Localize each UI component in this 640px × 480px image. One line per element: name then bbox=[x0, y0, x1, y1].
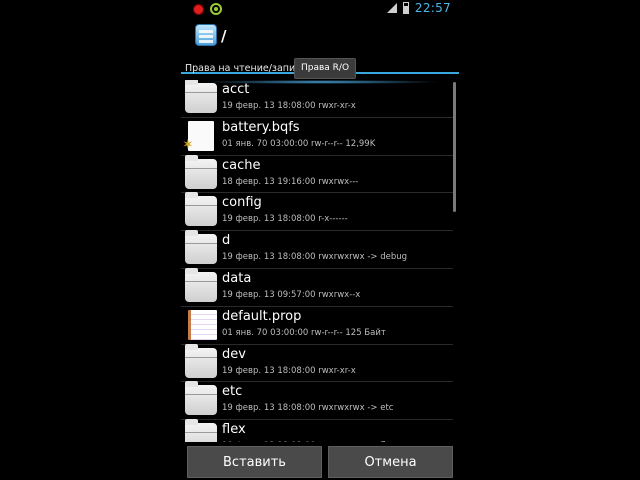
file-name: flex bbox=[222, 422, 246, 438]
folder-icon bbox=[185, 419, 217, 442]
permissions-bar: Права на чтение/запись Права R/O bbox=[181, 57, 459, 79]
list-item[interactable]: battery.bqfs 01 янв. 70 03:00:00 rw-r--r-… bbox=[181, 118, 453, 156]
cancel-button[interactable]: Отмена bbox=[328, 446, 453, 478]
folder-icon bbox=[185, 192, 217, 227]
folder-icon bbox=[185, 381, 217, 416]
file-meta: 19 февр. 13 18:08:00 rwxrwxrwx -> debug bbox=[222, 252, 408, 263]
text-file-icon bbox=[188, 309, 217, 340]
file-name: etc bbox=[222, 384, 243, 400]
file-meta: 19 февр. 13 09:57:00 rwxrwx--x bbox=[222, 289, 361, 300]
file-list[interactable]: acct 19 февр. 13 18:08:00 rwxr-xr-x batter… bbox=[181, 80, 453, 442]
scrollbar[interactable] bbox=[453, 82, 456, 212]
file-meta: 01 янв. 70 03:00:00 rw-r--r-- 12,99K bbox=[222, 138, 376, 149]
current-path: / bbox=[221, 27, 227, 45]
list-item[interactable]: cache 18 февр. 13 19:16:00 rwxrwx--- bbox=[181, 154, 453, 194]
app-icon[interactable] bbox=[195, 24, 217, 46]
list-item[interactable]: dev 19 февр. 13 18:08:00 rwxr-xr-x bbox=[181, 343, 453, 383]
battery-icon bbox=[402, 2, 409, 14]
file-meta: 19 февр. 13 18:08:00 rwxrwxrwx -> etc bbox=[222, 403, 394, 414]
folder-icon bbox=[185, 343, 217, 378]
file-name: config bbox=[222, 195, 262, 211]
permissions-label: Права на чтение/запись bbox=[185, 63, 306, 74]
list-item[interactable]: flex 19 февр. 13 18:08:00 rwxrwxrwx -> fl… bbox=[181, 419, 453, 442]
file-name: data bbox=[222, 270, 252, 286]
list-item[interactable]: config 19 февр. 13 18:08:00 r-x------ bbox=[181, 192, 453, 232]
status-bar: 22:57 bbox=[181, 0, 459, 20]
record-indicator-icon bbox=[193, 3, 204, 15]
file-name: d bbox=[222, 233, 231, 249]
readonly-toggle-button[interactable]: Права R/O bbox=[294, 58, 357, 79]
file-name: battery.bqfs bbox=[222, 119, 300, 135]
app-header: / bbox=[181, 20, 459, 74]
list-item[interactable]: default.prop 01 янв. 70 03:00:00 rw-r--r-… bbox=[181, 307, 453, 345]
file-meta: 01 янв. 70 03:00:00 rw-r--r-- 125 Байт bbox=[222, 327, 386, 338]
folder-icon bbox=[185, 80, 217, 113]
list-item[interactable]: etc 19 февр. 13 18:08:00 rwxrwxrwx -> etc bbox=[181, 381, 453, 421]
file-name: dev bbox=[222, 346, 246, 362]
file-meta: 19 февр. 13 18:08:00 rwxrwxrwx -> flex bbox=[222, 441, 396, 442]
file-meta: 19 февр. 13 18:08:00 rwxr-xr-x bbox=[222, 365, 356, 376]
screen-recorder-icon bbox=[210, 3, 222, 15]
file-name: default.prop bbox=[222, 308, 302, 324]
paste-button[interactable]: Вставить bbox=[187, 446, 322, 478]
file-name: acct bbox=[222, 82, 250, 97]
file-meta: 18 февр. 13 19:16:00 rwxrwx--- bbox=[222, 176, 359, 187]
list-item[interactable]: d 19 февр. 13 18:08:00 rwxrwxrwx -> debug bbox=[181, 230, 453, 269]
signal-icon bbox=[386, 3, 397, 13]
folder-icon bbox=[185, 267, 217, 302]
file-meta: 19 февр. 13 18:08:00 rwxr-xr-x bbox=[222, 101, 356, 111]
list-item[interactable]: data 19 февр. 13 09:57:00 rwxrwx--x bbox=[181, 267, 453, 307]
clock: 22:57 bbox=[414, 1, 451, 15]
script-file-icon bbox=[182, 120, 214, 153]
file-name: cache bbox=[222, 157, 261, 173]
action-bar: Вставить Отмена bbox=[181, 444, 459, 480]
folder-icon bbox=[185, 230, 217, 265]
phone-screen: 22:57 / Права на чтение/запись Права R/O… bbox=[181, 0, 459, 480]
folder-icon bbox=[185, 154, 217, 189]
file-meta: 19 февр. 13 18:08:00 r-x------ bbox=[222, 214, 348, 225]
list-item[interactable]: acct 19 февр. 13 18:08:00 rwxr-xr-x bbox=[181, 80, 453, 118]
